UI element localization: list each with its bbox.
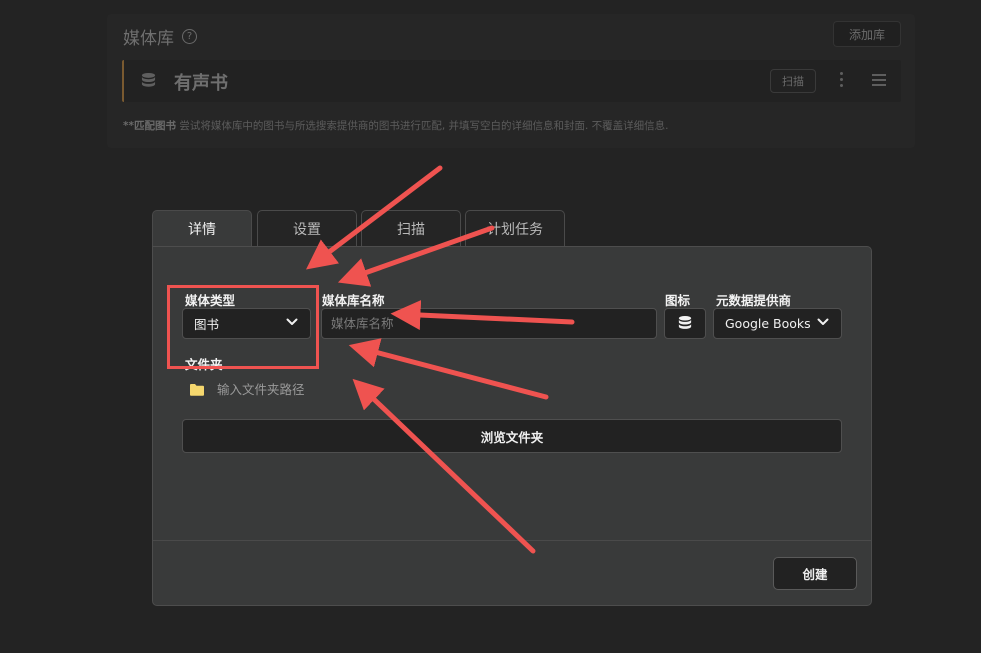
library-row[interactable]: 有声书 扫描 (122, 60, 901, 102)
library-panel-title-text: 媒体库 (123, 29, 174, 49)
note-text: 尝试将媒体库中的图书与所选搜索提供商的图书进行匹配, 并填写空白的详细信息和封面… (175, 120, 669, 132)
help-icon[interactable]: ? (182, 29, 197, 44)
folder-path-input[interactable] (217, 382, 417, 397)
library-panel-title: 媒体库 ? (123, 24, 197, 49)
database-icon (678, 315, 692, 329)
library-name-input[interactable] (321, 308, 657, 339)
drag-handle-icon[interactable] (872, 74, 886, 86)
annotation-highlight-box (167, 285, 319, 369)
tab-settings[interactable]: 设置 (257, 210, 357, 246)
library-name: 有声书 (174, 73, 228, 94)
tab-scan[interactable]: 扫描 (361, 210, 461, 246)
note-bold: **匹配图书 (123, 120, 176, 132)
create-button[interactable]: 创建 (773, 557, 857, 590)
library-name-label: 媒体库名称 (322, 293, 385, 308)
database-icon (141, 72, 156, 87)
scan-button[interactable]: 扫描 (770, 69, 816, 93)
match-books-note: **匹配图书 尝试将媒体库中的图书与所选搜索提供商的图书进行匹配, 并填写空白的… (123, 118, 669, 133)
folder-path-row (189, 382, 417, 397)
folder-icon (190, 384, 204, 396)
chevron-down-icon (817, 318, 829, 325)
provider-select[interactable]: Google Books (713, 308, 842, 339)
provider-label: 元数据提供商 (716, 293, 792, 308)
icon-picker-button[interactable] (664, 308, 706, 339)
tab-details[interactable]: 详情 (152, 210, 252, 247)
add-library-button[interactable]: 添加库 (833, 21, 901, 47)
library-panel-background: 媒体库 ? 添加库 有声书 扫描 **匹配图书 尝试将媒体库中的图书与所选搜索提… (107, 14, 915, 148)
icon-label: 图标 (665, 293, 691, 308)
browse-folder-button[interactable]: 浏览文件夹 (182, 419, 842, 453)
provider-value: Google Books (725, 316, 811, 331)
more-vertical-icon[interactable] (838, 70, 844, 90)
tab-scheduled-tasks[interactable]: 计划任务 (465, 210, 565, 246)
modal-footer-divider (153, 540, 871, 541)
